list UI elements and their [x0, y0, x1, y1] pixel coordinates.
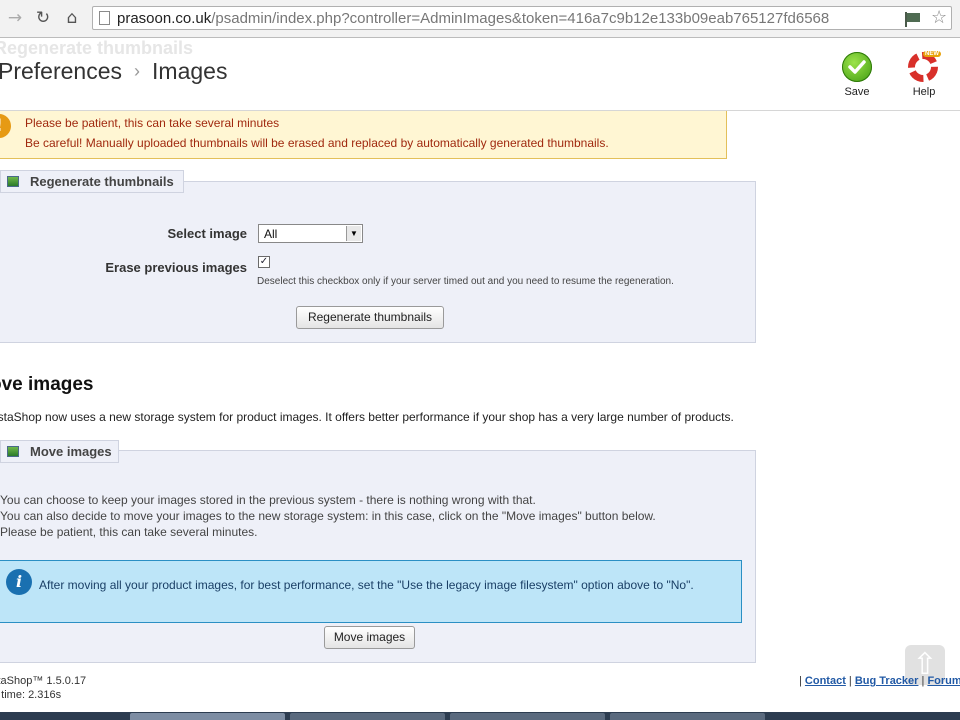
move-images-legend: Move images: [0, 440, 119, 463]
taskbar-item[interactable]: [130, 713, 285, 720]
footer-link-contact[interactable]: Contact: [805, 675, 846, 687]
picture-icon: [7, 176, 19, 187]
erase-images-label: Erase previous images: [105, 260, 247, 275]
flag-icon[interactable]: [903, 11, 921, 27]
warning-line: Please be patient, this can take several…: [25, 116, 280, 130]
erase-images-checkbox[interactable]: ✓: [258, 256, 270, 268]
page-header: Regenerate thumbnails Preferences › Images…: [0, 38, 960, 111]
url-path: /psadmin/index.php?controller=AdminImage…: [211, 10, 830, 27]
move-images-heading: ove images: [0, 374, 94, 395]
forward-icon[interactable]: →: [4, 7, 26, 29]
regenerate-legend: Regenerate thumbnails: [0, 170, 184, 193]
regenerate-legend-text: Regenerate thumbnails: [30, 174, 174, 189]
chevron-down-icon[interactable]: ▼: [346, 226, 361, 241]
taskbar-item[interactable]: [610, 713, 765, 720]
select-image-dropdown[interactable]: All ▼: [258, 224, 363, 243]
checkmark-icon: [842, 52, 872, 82]
breadcrumb-separator: ›: [134, 61, 141, 81]
save-button[interactable]: Save: [832, 50, 882, 100]
move-info-line: Please be patient, this can take several…: [0, 525, 258, 539]
breadcrumb-item-preferences[interactable]: Preferences: [0, 58, 122, 84]
address-bar[interactable]: prasoon.co.uk/psadmin/index.php?controll…: [92, 6, 952, 30]
move-info-line: You can also decide to move your images …: [0, 509, 656, 523]
url-domain: prasoon.co.uk: [117, 10, 212, 27]
home-icon[interactable]: ⌂: [61, 7, 83, 29]
picture-icon: [7, 446, 19, 457]
move-images-button[interactable]: Move images: [324, 626, 415, 649]
taskbar-item[interactable]: [450, 713, 605, 720]
help-label: Help: [912, 86, 936, 98]
bookmark-star-icon[interactable]: ☆: [931, 7, 947, 28]
browser-toolbar: → ↻ ⌂ prasoon.co.uk/psadmin/index.php?co…: [0, 0, 960, 38]
info-box: i After moving all your product images, …: [0, 560, 742, 623]
footer-link-bug-tracker[interactable]: Bug Tracker: [855, 675, 919, 687]
page-icon: [99, 11, 110, 25]
new-badge: NEW: [923, 51, 941, 57]
erase-help-text: Deselect this checkbox only if your serv…: [257, 276, 674, 287]
breadcrumb-item-images: Images: [152, 58, 228, 84]
save-label: Save: [844, 86, 870, 98]
warning-icon: !: [0, 114, 11, 138]
regenerate-thumbnails-button[interactable]: Regenerate thumbnails: [296, 306, 444, 329]
url-text[interactable]: prasoon.co.uk/psadmin/index.php?controll…: [117, 10, 829, 27]
taskbar-item[interactable]: [290, 713, 445, 720]
footer-link-forum[interactable]: Forum: [927, 675, 960, 687]
footer-load-time: d time: 2.316s: [0, 689, 62, 701]
breadcrumb: Preferences › Images: [0, 58, 227, 85]
warning-line: Be careful! Manually uploaded thumbnails…: [25, 136, 609, 150]
info-text: After moving all your product images, fo…: [39, 578, 694, 592]
ghost-title: Regenerate thumbnails: [0, 38, 194, 58]
select-image-label: Select image: [167, 226, 248, 241]
info-icon: i: [6, 569, 32, 595]
select-image-value: All: [264, 227, 278, 241]
move-info-line: You can choose to keep your images store…: [0, 493, 536, 507]
move-images-intro: estaShop now uses a new storage system f…: [0, 410, 734, 424]
move-images-legend-text: Move images: [30, 444, 112, 459]
reload-icon[interactable]: ↻: [32, 7, 54, 29]
help-button[interactable]: NEW Help: [899, 50, 949, 100]
footer-links: | Contact | Bug Tracker | Forum: [799, 675, 960, 687]
warning-box: ! Please be patient, this can take sever…: [0, 111, 727, 159]
os-taskbar: [0, 712, 960, 720]
footer-version: staShop™ 1.5.0.17: [0, 675, 87, 687]
